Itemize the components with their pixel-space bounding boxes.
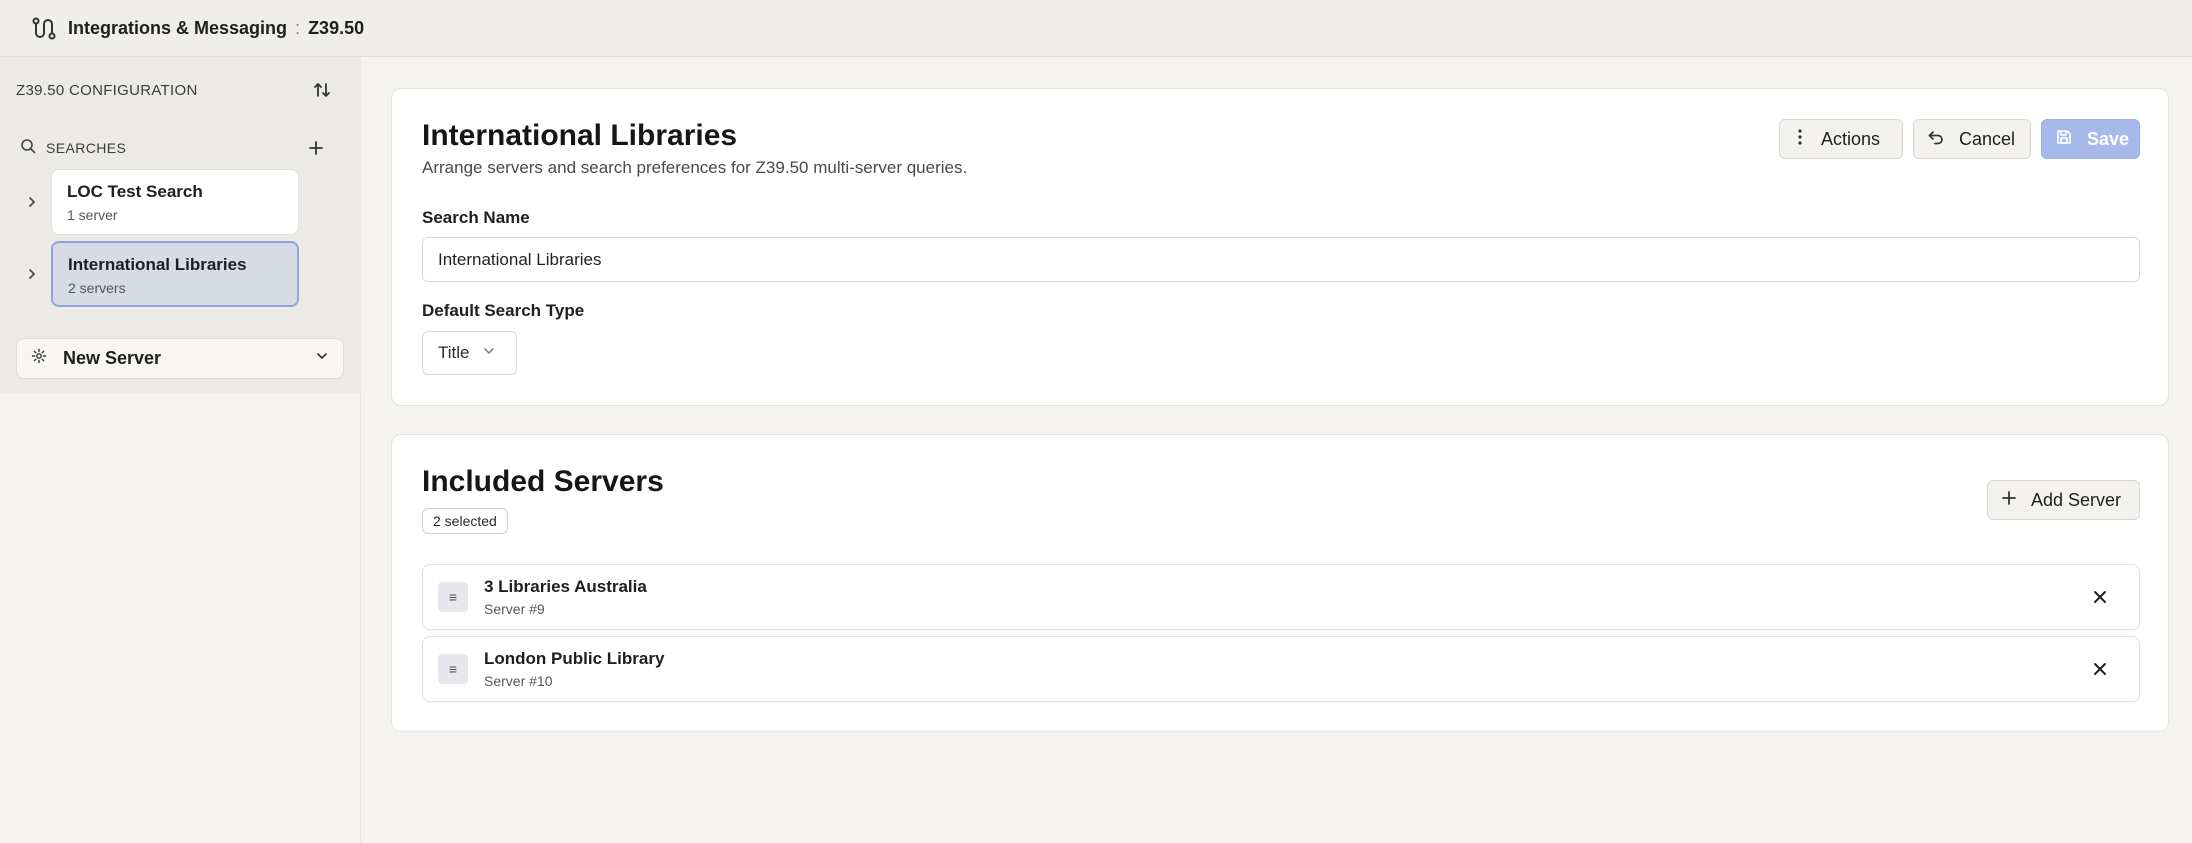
page-description: Arrange servers and search preferences f… [422, 158, 968, 177]
chevron-down-icon [482, 343, 496, 363]
top-bar: Integrations & Messaging : Z39.50 [0, 0, 2192, 57]
cancel-button[interactable]: Cancel [1913, 119, 2031, 159]
plus-icon [2001, 490, 2017, 511]
more-vertical-icon [1793, 128, 1807, 151]
save-button[interactable]: Save [2041, 119, 2140, 159]
undo-icon [1927, 128, 1945, 151]
server-name: London Public Library [484, 649, 665, 668]
search-server-count: 1 server [67, 207, 118, 223]
server-info: 3 Libraries Australia Server #9 [484, 577, 647, 617]
gear-icon [31, 348, 47, 369]
breadcrumb-current[interactable]: Z39.50 [308, 18, 364, 39]
add-server-button[interactable]: Add Server [1987, 480, 2140, 520]
search-server-count: 2 servers [68, 280, 126, 296]
drag-handle-icon[interactable]: ≡ [438, 654, 468, 684]
search-settings-panel: International Libraries Arrange servers … [391, 88, 2169, 406]
new-server-label: New Server [63, 348, 162, 368]
config-section-label: Z39.50 CONFIGURATION [16, 81, 198, 99]
searches-header: SEARCHES [20, 133, 330, 163]
select-value: Title [438, 343, 470, 362]
drag-handle-icon[interactable]: ≡ [438, 582, 468, 612]
actions-button[interactable]: Actions [1779, 119, 1903, 159]
search-icon [20, 138, 36, 159]
searches-label: SEARCHES [46, 140, 127, 156]
chevron-down-icon [315, 349, 329, 368]
cancel-label: Cancel [1959, 128, 2016, 149]
sidebar-config-section: Z39.50 CONFIGURATION SEARCHES LOC Test S… [0, 57, 361, 394]
app-title: Integrations & Messaging [68, 17, 288, 38]
search-card-selected[interactable]: International Libraries 2 servers [51, 241, 299, 307]
save-label: Save [2087, 128, 2130, 149]
search-name: International Libraries [68, 255, 247, 274]
server-id: Server #10 [484, 673, 553, 689]
sidebar-item-international-libraries[interactable]: International Libraries 2 servers [20, 241, 300, 307]
server-row: ≡ 3 Libraries Australia Server #9 [422, 564, 2140, 630]
sidebar-item-loc-test-search[interactable]: LOC Test Search 1 server [20, 169, 300, 235]
new-server-dropdown[interactable]: New Server [16, 338, 344, 379]
search-name-input[interactable] [422, 237, 2140, 282]
actions-label: Actions [1821, 128, 1881, 149]
server-name: 3 Libraries Australia [484, 577, 647, 596]
remove-server-close-icon[interactable] [2086, 583, 2114, 611]
remove-server-close-icon[interactable] [2086, 655, 2114, 683]
search-card[interactable]: LOC Test Search 1 server [51, 169, 299, 235]
chevron-right-icon[interactable] [20, 196, 44, 208]
default-search-type-select[interactable]: Title [422, 331, 517, 375]
sort-arrows-icon[interactable] [308, 76, 336, 104]
section-title: Included Servers [422, 465, 664, 498]
integrations-icon [30, 15, 56, 41]
default-search-type-label: Default Search Type [422, 301, 585, 320]
included-servers-panel: Included Servers 2 selected Add Server ≡… [391, 434, 2169, 732]
add-search-icon[interactable] [302, 134, 330, 162]
search-name-label: Search Name [422, 208, 530, 227]
selected-count-badge: 2 selected [422, 508, 508, 534]
config-header: Z39.50 CONFIGURATION [16, 75, 336, 105]
server-info: London Public Library Server #10 [484, 649, 664, 689]
chevron-right-icon[interactable] [20, 268, 44, 280]
breadcrumb-separator: : [295, 17, 301, 38]
search-name: LOC Test Search [67, 182, 203, 201]
page-title: International Libraries [422, 119, 738, 152]
server-id: Server #9 [484, 601, 545, 617]
sidebar: Z39.50 CONFIGURATION SEARCHES LOC Test S… [0, 57, 361, 843]
save-icon [2055, 128, 2073, 151]
add-server-label: Add Server [2031, 489, 2122, 510]
server-row: ≡ London Public Library Server #10 [422, 636, 2140, 702]
